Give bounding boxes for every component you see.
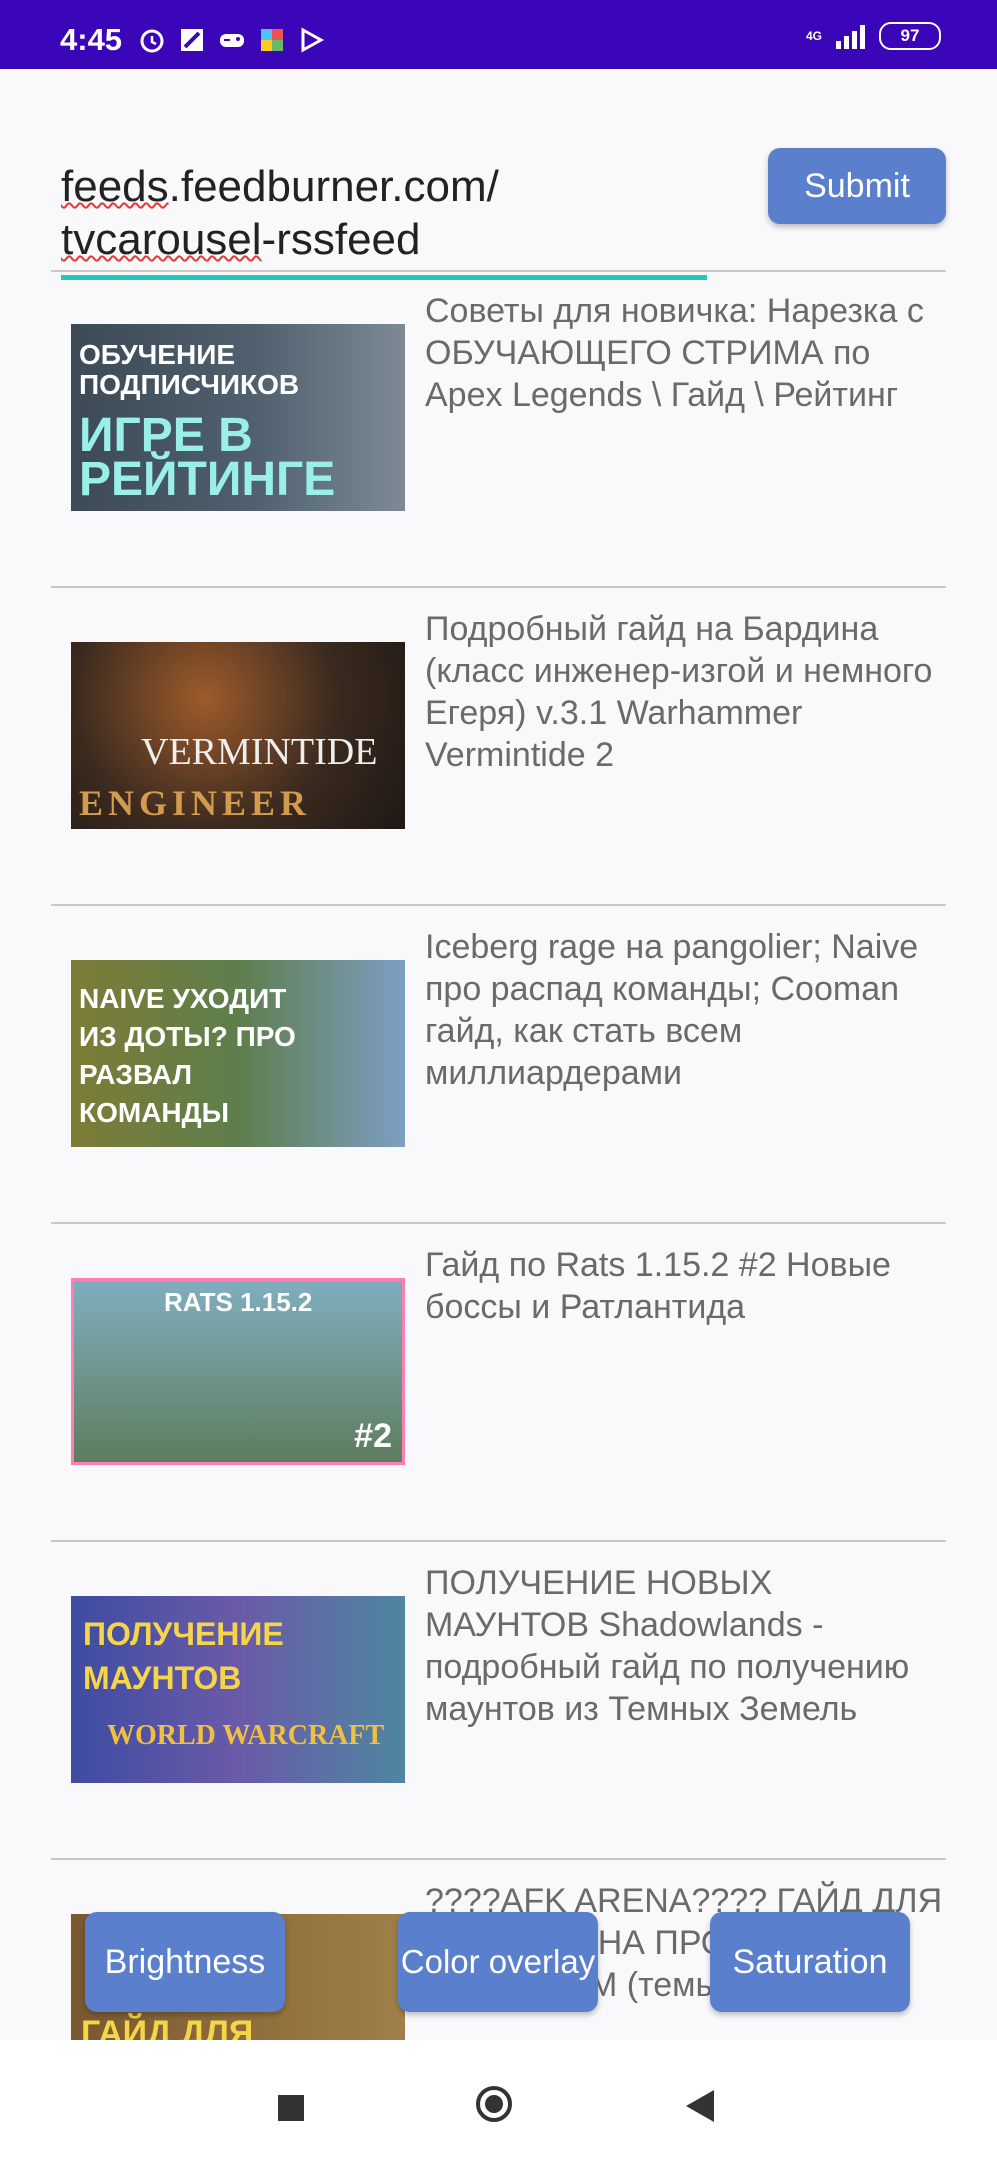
feed-item[interactable]: ОБУЧЕНИЕ ПОДПИСЧИКОВ ИГРЕ В РЕЙТИНГЕ Сове… (51, 270, 946, 588)
status-time: 4:45 (60, 22, 123, 57)
url-part: -rssfeed (261, 215, 421, 264)
feed-thumbnail: RATS 1.15.2 #2 (71, 1278, 405, 1465)
feed-item[interactable]: RATS 1.15.2 #2 Гайд по Rats 1.15.2 #2 Нов… (51, 1224, 946, 1542)
submit-button[interactable]: Submit (768, 148, 946, 224)
alarm-icon (140, 29, 164, 53)
feed-item-title: Подробный гайд на Бардина (класс инженер… (425, 610, 933, 774)
thumbnail-text: NAIVE УХОДИТ ИЗ ДОТЫ? ПРО РАЗВАЛ КОМАНДЫ (79, 983, 296, 1128)
thumbnail-text: ГАЙД ДЛЯ (81, 2014, 254, 2040)
thumbnail-text: ОБУЧЕНИЕ ПОДПИСЧИКОВ (79, 339, 300, 400)
feed-thumbnail: ПОЛУЧЕНИЕ МАУНТОВ WORLD WARCRAFT (71, 1596, 405, 1783)
feed-item[interactable]: NAIVE УХОДИТ ИЗ ДОТЫ? ПРО РАЗВАЛ КОМАНДЫ… (51, 906, 946, 1224)
recent-apps-icon[interactable] (278, 2095, 304, 2121)
feed-item-title: ПОЛУЧЕНИЕ НОВЫХ МАУНТОВ Shadowlands - по… (425, 1564, 910, 1728)
feed-item-title: Гайд по Rats 1.15.2 #2 Новые боссы и Рат… (425, 1246, 891, 1326)
navigation-bar (0, 2040, 997, 2160)
thumbnail-text: WORLD WARCRAFT (107, 1720, 385, 1751)
thumbnail-text: RATS 1.15.2 (164, 1287, 313, 1317)
feed-thumbnail: VERMINTIDE ENGINEER (71, 642, 405, 829)
feed-thumbnail: NAIVE УХОДИТ ИЗ ДОТЫ? ПРО РАЗВАЛ КОМАНДЫ (71, 960, 405, 1147)
thumbnail-text: #2 (354, 1417, 392, 1455)
url-part: .feedburner.com/ (168, 162, 499, 211)
color-overlay-button[interactable]: Color overlay (398, 1912, 598, 2012)
gallery-icon (261, 29, 283, 51)
play-store-icon (301, 27, 325, 53)
feed-url-input[interactable]: feeds.feedburner.com/tvcarousel-rssfeed (61, 160, 711, 266)
thumbnail-text: ИГРЕ В РЕЙТИНГЕ (79, 409, 336, 506)
signal-icon (836, 23, 865, 49)
home-icon[interactable] (476, 2086, 512, 2122)
saturation-button[interactable]: Saturation (710, 1912, 910, 2012)
url-part: tvcarousel (61, 215, 262, 264)
brightness-button[interactable]: Brightness (85, 1912, 285, 2012)
feed-item-title: Iceberg rage на pangolier; Naive про рас… (425, 928, 919, 1092)
feed-item[interactable]: ПОЛУЧЕНИЕ МАУНТОВ WORLD WARCRAFT ПОЛУЧЕНИ… (51, 1542, 946, 1860)
network-type: 4G (805, 29, 822, 43)
status-bar: 4:45 4G 97 (0, 0, 997, 69)
thumbnail-text: VERMINTIDE (141, 731, 378, 773)
notification-icons (138, 26, 326, 54)
thumbnail-text: ENGINEER (79, 783, 312, 823)
app-icon (181, 29, 203, 51)
url-part: feeds (61, 162, 169, 211)
feed-thumbnail: ОБУЧЕНИЕ ПОДПИСЧИКОВ ИГРЕ В РЕЙТИНГЕ (71, 324, 405, 511)
battery-icon: 97 (879, 22, 941, 50)
feed-item[interactable]: VERMINTIDE ENGINEER Подробный гайд на Бар… (51, 588, 946, 906)
thumbnail-text: ПОЛУЧЕНИЕ МАУНТОВ (83, 1616, 284, 1696)
gamepad-icon (220, 34, 244, 47)
feed-item-title: Советы для новичка: Нарезка с ОБУЧАЮЩЕГО… (425, 292, 924, 414)
back-icon[interactable] (686, 2090, 714, 2122)
